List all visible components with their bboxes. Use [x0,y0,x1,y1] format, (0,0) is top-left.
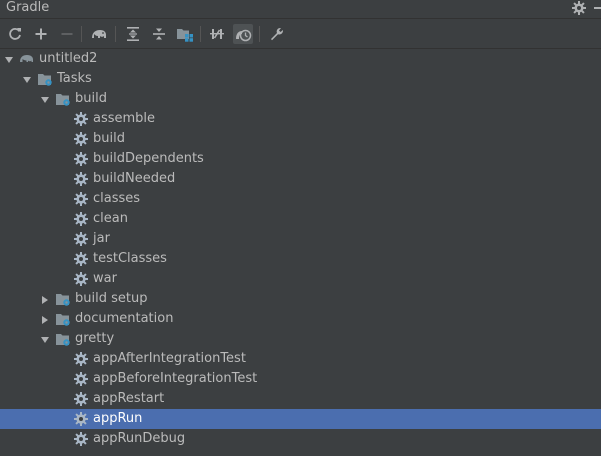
gear-task-icon [73,251,89,267]
hide-minus-icon[interactable] [593,0,601,16]
tree-node-label: build [93,131,125,146]
tree-node-label: appBeforeIntegrationTest [93,371,258,386]
toolbar-separator [200,26,201,42]
collapse-arrow-icon[interactable] [40,294,50,304]
tree-node-label: untitled2 [39,51,98,66]
gear-task-icon [73,231,89,247]
toolbar-separator [81,26,82,42]
tree-node-label: Tasks [57,71,92,86]
tree-node-label: jar [93,231,110,246]
tree-node-label: documentation [75,311,174,326]
tree-node-label: buildDependents [93,151,204,166]
tree-node-label: build [75,91,107,106]
expand-all-icon[interactable] [123,24,143,44]
folder-icon [55,331,71,347]
collapse-all-icon[interactable] [149,24,169,44]
task-row[interactable]: appRunDebug [0,429,601,449]
tree-node-label: classes [93,191,141,206]
folder-icon [55,291,71,307]
tree-node-label: clean [93,211,128,226]
task-row[interactable]: testClasses [0,249,601,269]
plus-icon[interactable] [31,24,51,44]
task-row[interactable]: appAfterIntegrationTest [0,349,601,369]
tree-node-row[interactable]: gretty [0,329,601,349]
expand-arrow-icon[interactable] [40,334,50,344]
task-row[interactable]: appRun [0,409,601,429]
tree-node-label: war [93,271,117,286]
tree-node-row[interactable]: documentation [0,309,601,329]
tree-node-label: assemble [93,111,156,126]
gear-task-icon [73,111,89,127]
gradle-task-tree: untitled2 Tasks build assemble build buildDep… [0,49,601,456]
toolbar-separator [259,26,260,42]
collapse-arrow-icon[interactable] [40,314,50,324]
task-row[interactable]: classes [0,189,601,209]
task-row[interactable]: clean [0,209,601,229]
tree-node-row[interactable]: Tasks [0,69,601,89]
tree-node-label: testClasses [93,251,167,266]
wrench-icon[interactable] [267,24,287,44]
task-row[interactable]: assemble [0,109,601,129]
tree-node-label: buildNeeded [93,171,176,186]
gear-task-icon [73,411,89,427]
minus-icon[interactable] [57,24,77,44]
settings-gear-icon[interactable] [571,0,587,16]
task-row[interactable]: appBeforeIntegrationTest [0,369,601,389]
toggle-offline-icon[interactable] [207,24,227,44]
gear-task-icon [73,431,89,447]
gear-task-icon [73,351,89,367]
elephant-icon[interactable] [89,24,109,44]
folder-icon [55,311,71,327]
toolbar-separator [115,26,116,42]
expand-arrow-icon[interactable] [4,54,14,64]
gear-task-icon [73,271,89,287]
gear-task-icon [73,371,89,387]
folder-icon [55,91,71,107]
elephant-project-icon [19,51,35,67]
tree-node-label: appAfterIntegrationTest [93,351,246,366]
gear-task-icon [73,151,89,167]
gear-task-icon [73,391,89,407]
gear-task-icon [73,171,89,187]
task-row[interactable]: war [0,269,601,289]
gear-task-icon [73,211,89,227]
tree-node-label: build setup [75,291,148,306]
expand-arrow-icon[interactable] [40,94,50,104]
task-row[interactable]: buildNeeded [0,169,601,189]
tool-window-title: Gradle [6,0,50,15]
tree-node-label: appRunDebug [93,431,186,446]
task-row[interactable]: buildDependents [0,149,601,169]
tree-node-label: appRun [93,411,143,426]
task-row[interactable]: build [0,129,601,149]
show-tasks-icon[interactable] [233,24,253,44]
group-modules-icon[interactable] [175,24,195,44]
folder-icon [37,71,53,87]
tree-node-row[interactable]: untitled2 [0,49,601,69]
task-row[interactable]: appRestart [0,389,601,409]
tool-window-header: Gradle [0,0,601,19]
tree-node-label: gretty [75,331,115,346]
gradle-toolbar [0,20,601,49]
tree-node-row[interactable]: build setup [0,289,601,309]
gear-task-icon [73,191,89,207]
tree-node-label: appRestart [93,391,165,406]
tree-node-row[interactable]: build [0,89,601,109]
gear-task-icon [73,131,89,147]
refresh-icon[interactable] [5,24,25,44]
expand-arrow-icon[interactable] [22,74,32,84]
task-row[interactable]: jar [0,229,601,249]
